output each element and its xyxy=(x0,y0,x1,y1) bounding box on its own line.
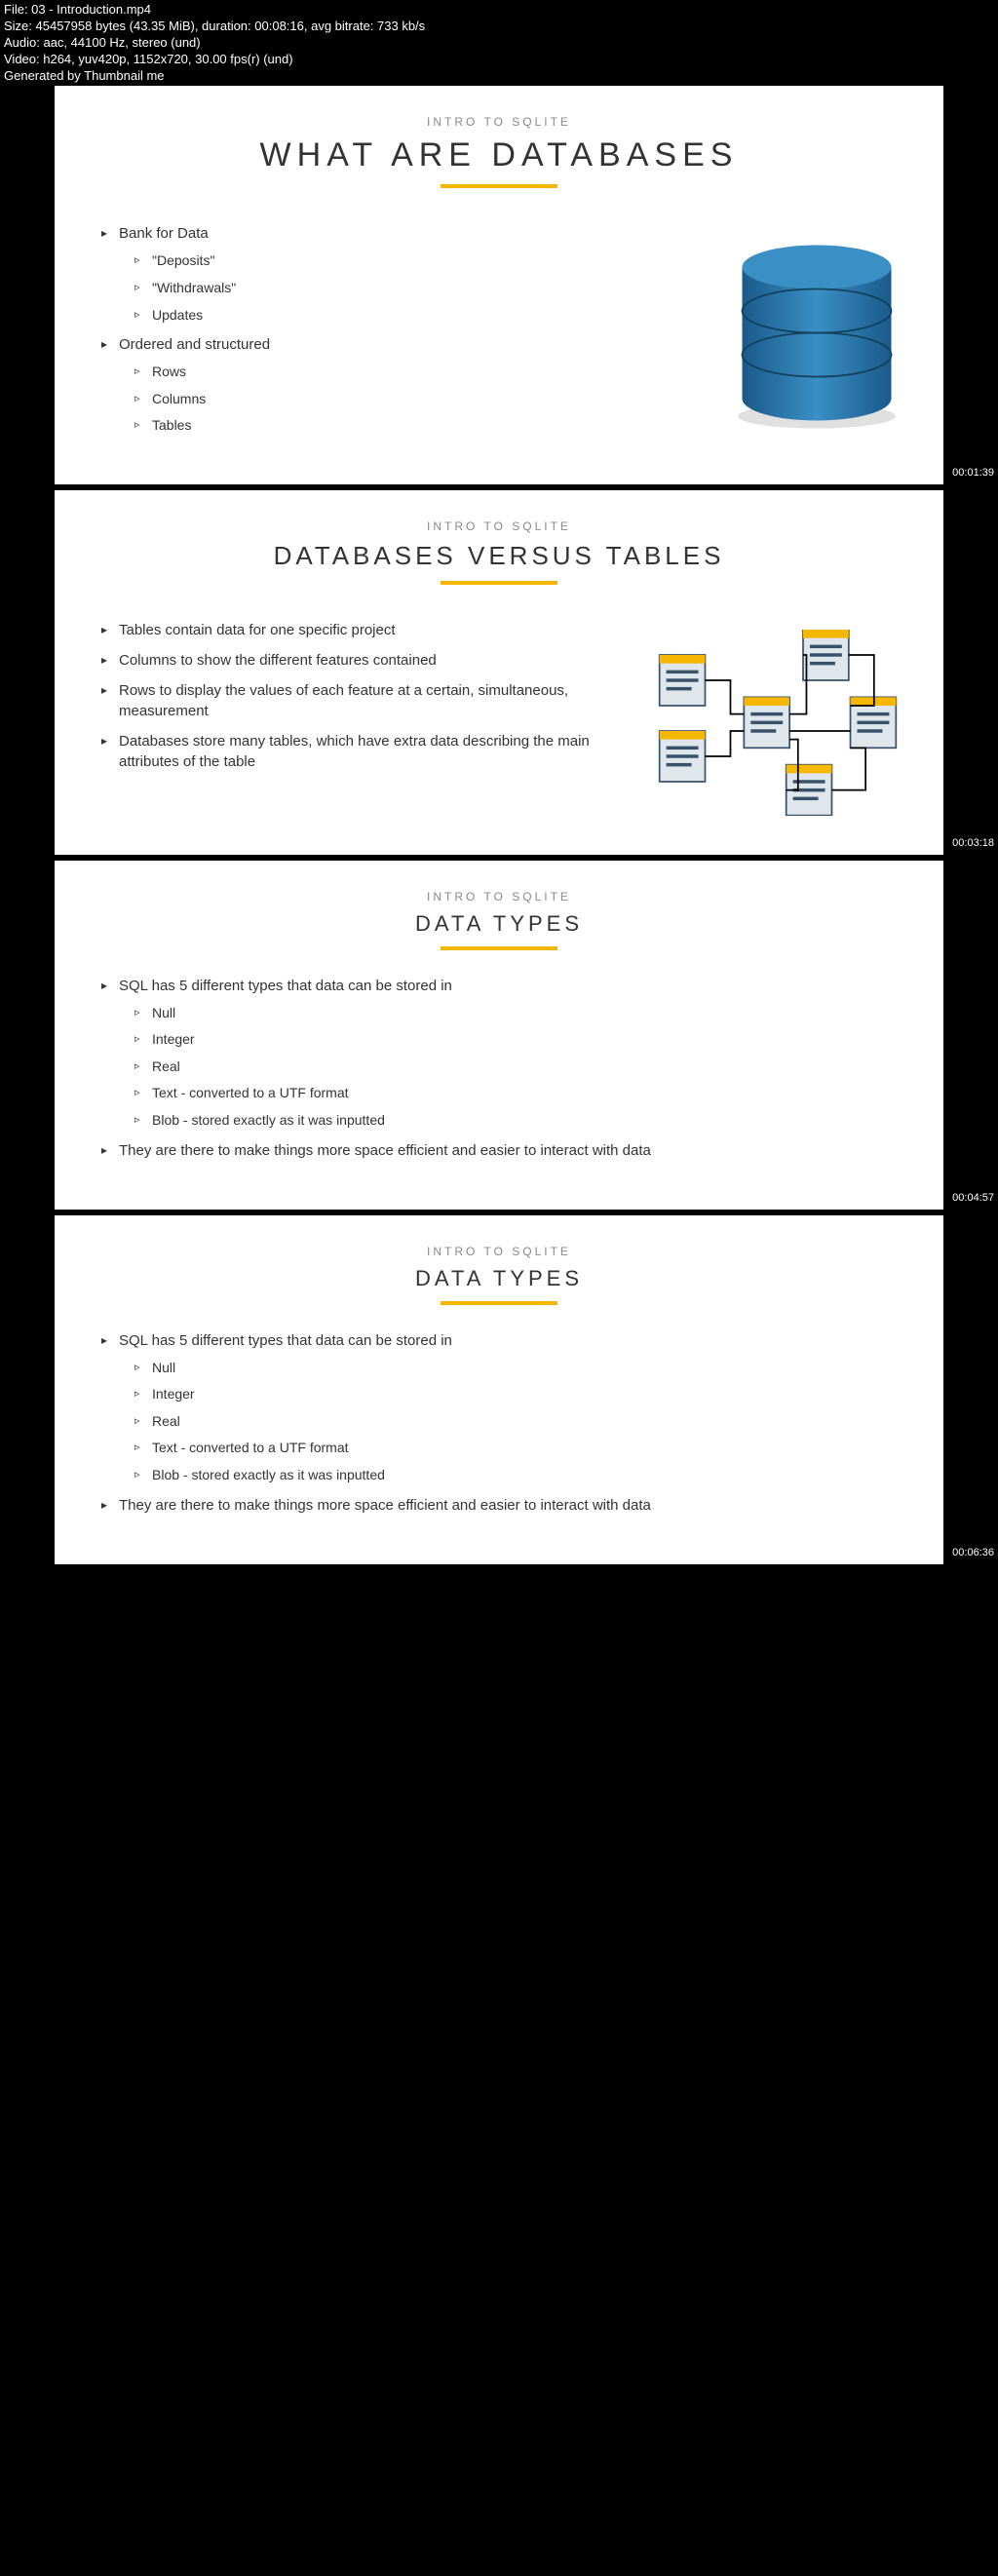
bullet-list: Tables contain data for one specific pro… xyxy=(94,620,632,772)
meta-size: Size: 45457958 bytes (43.35 MiB), durati… xyxy=(4,19,994,35)
meta-generator: Generated by Thumbnail me xyxy=(4,68,994,85)
sub-bullet: "Deposits" xyxy=(134,251,710,271)
file-metadata: File: 03 - Introduction.mp4 Size: 454579… xyxy=(0,0,998,86)
bullet: Columns to show the different features c… xyxy=(101,650,632,671)
bullet: They are there to make things more space… xyxy=(101,1495,904,1516)
database-cylinder-icon xyxy=(729,223,904,434)
bullet: They are there to make things more space… xyxy=(101,1140,904,1161)
bullet: SQL has 5 different types that data can … xyxy=(101,1330,904,1485)
tables-diagram-icon xyxy=(651,630,904,816)
slide-4: INTRO TO SQLITE DATA TYPES SQL has 5 dif… xyxy=(55,1215,943,1564)
bullet: SQL has 5 different types that data can … xyxy=(101,976,904,1131)
bullet: Rows to display the values of each featu… xyxy=(101,680,632,721)
bullet: Tables contain data for one specific pro… xyxy=(101,620,632,640)
slide-title: DATA TYPES xyxy=(94,1266,904,1291)
bullet-list: SQL has 5 different types that data can … xyxy=(94,1330,904,1516)
sub-bullet: Tables xyxy=(134,416,710,436)
timestamp: 00:03:18 xyxy=(952,837,994,849)
sub-bullet: Text - converted to a UTF format xyxy=(134,1084,904,1103)
thumbnail-grid: INTRO TO SQLITE WHAT ARE DATABASES Bank … xyxy=(0,86,998,1563)
sub-bullet: Integer xyxy=(134,1385,904,1404)
meta-video: Video: h264, yuv420p, 1152x720, 30.00 fp… xyxy=(4,52,994,68)
slide-1: INTRO TO SQLITE WHAT ARE DATABASES Bank … xyxy=(55,86,943,484)
slide-2: INTRO TO SQLITE DATABASES VERSUS TABLES … xyxy=(55,490,943,855)
title-rule xyxy=(441,184,557,188)
meta-file: File: 03 - Introduction.mp4 xyxy=(4,2,994,19)
sub-bullet: Integer xyxy=(134,1030,904,1050)
title-rule xyxy=(441,946,557,950)
sub-bullet: Null xyxy=(134,1359,904,1378)
sub-bullet: Real xyxy=(134,1057,904,1077)
sub-bullet: Columns xyxy=(134,390,710,409)
timestamp: 00:01:39 xyxy=(952,467,994,479)
eyebrow: INTRO TO SQLITE xyxy=(94,890,904,904)
sub-bullet: Real xyxy=(134,1412,904,1432)
slide-title: DATA TYPES xyxy=(94,911,904,937)
sub-bullet: Blob - stored exactly as it was inputted xyxy=(134,1466,904,1485)
slide-title: DATABASES VERSUS TABLES xyxy=(94,541,904,571)
bullet: Databases store many tables, which have … xyxy=(101,731,632,772)
meta-audio: Audio: aac, 44100 Hz, stereo (und) xyxy=(4,35,994,52)
timestamp: 00:04:57 xyxy=(952,1192,994,1204)
eyebrow: INTRO TO SQLITE xyxy=(94,519,904,533)
eyebrow: INTRO TO SQLITE xyxy=(94,115,904,129)
timestamp: 00:06:36 xyxy=(952,1547,994,1558)
sub-bullet: Null xyxy=(134,1004,904,1023)
sub-bullet: Blob - stored exactly as it was inputted xyxy=(134,1111,904,1131)
sub-bullet: Text - converted to a UTF format xyxy=(134,1439,904,1458)
slide-title: WHAT ARE DATABASES xyxy=(94,136,904,174)
slide-3: INTRO TO SQLITE DATA TYPES SQL has 5 dif… xyxy=(55,861,943,1210)
sub-bullet: "Withdrawals" xyxy=(134,279,710,298)
bullet: Ordered and structured Rows Columns Tabl… xyxy=(101,334,710,436)
bullet-list: Bank for Data "Deposits" "Withdrawals" U… xyxy=(94,223,710,436)
eyebrow: INTRO TO SQLITE xyxy=(94,1245,904,1258)
bullet: Bank for Data "Deposits" "Withdrawals" U… xyxy=(101,223,710,325)
title-rule xyxy=(441,1301,557,1305)
bullet-list: SQL has 5 different types that data can … xyxy=(94,976,904,1161)
title-rule xyxy=(441,581,557,585)
sub-bullet: Rows xyxy=(134,363,710,382)
sub-bullet: Updates xyxy=(134,306,710,326)
